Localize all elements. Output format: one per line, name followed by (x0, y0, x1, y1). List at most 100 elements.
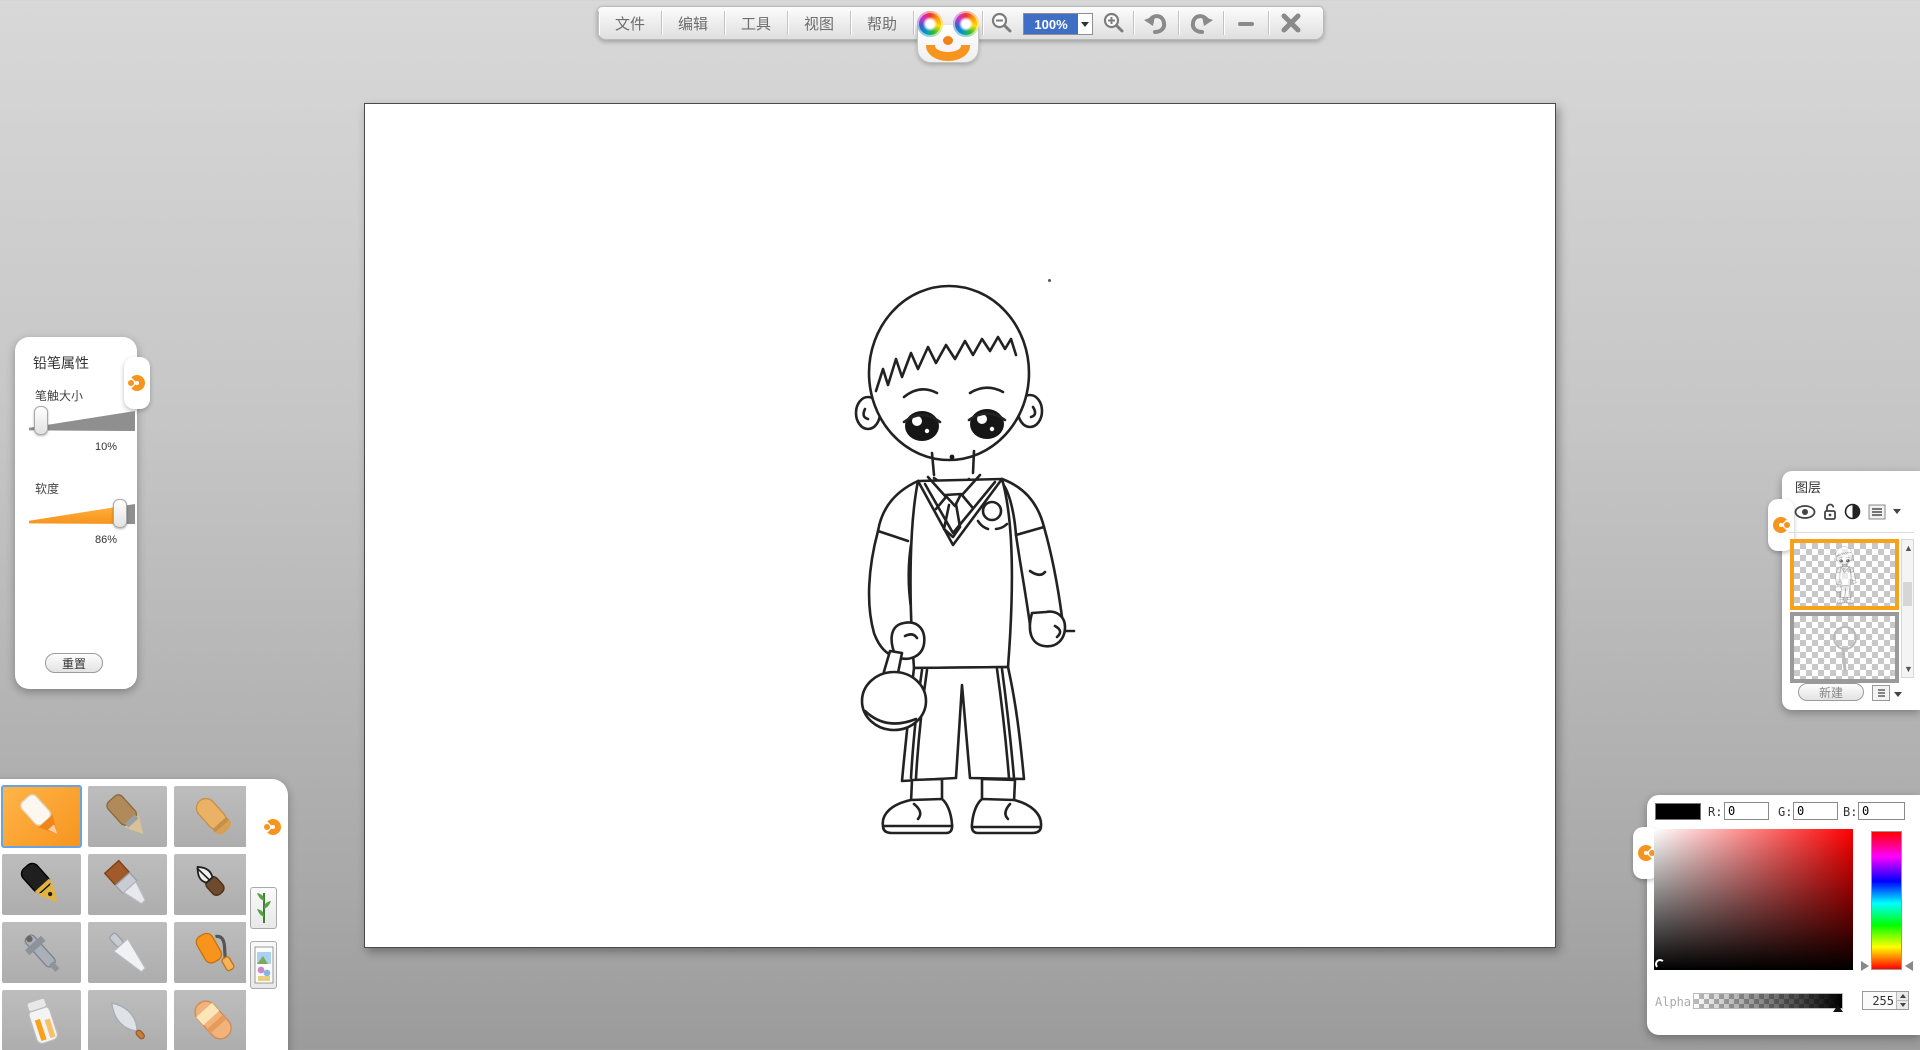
r-label: R: (1708, 805, 1722, 819)
scroll-up-icon[interactable]: ▲ (1904, 544, 1913, 553)
zoom-level-value: 100% (1024, 14, 1078, 34)
flat-brush-icon (101, 858, 155, 912)
layer-menu-icon[interactable] (1868, 504, 1886, 520)
clown-nose-icon (943, 36, 953, 45)
r-input[interactable] (1724, 802, 1769, 820)
zoom-out-button[interactable] (983, 7, 1021, 39)
layer-2-preview (1825, 620, 1865, 676)
alpha-increment-button[interactable] (1897, 992, 1908, 1000)
picture-stamp-icon (254, 946, 274, 984)
brush-size-slider[interactable] (29, 409, 135, 433)
alpha-slider[interactable] (1693, 993, 1843, 1009)
undo-button[interactable] (1134, 7, 1178, 39)
tool-palette-knife[interactable] (88, 922, 167, 983)
tool-flat-brush[interactable] (88, 854, 167, 915)
crayon-icon (187, 790, 241, 844)
scrollbar-thumb[interactable] (1903, 582, 1912, 606)
undo-icon (1143, 11, 1169, 35)
zoom-level-select[interactable]: 100% (1023, 13, 1093, 35)
palette-collapse-handle[interactable] (260, 801, 286, 853)
alpha-value: 255 (1863, 992, 1896, 1009)
panel-collapse-handle[interactable] (124, 357, 150, 409)
zoom-in-button[interactable] (1095, 7, 1133, 39)
hue-pointer-right[interactable] (1905, 961, 1913, 971)
tool-colored-pencil[interactable] (88, 786, 167, 847)
chevron-down-icon[interactable] (1893, 509, 1901, 514)
boy-sketch-drawing (834, 281, 1084, 841)
tool-ink-brush[interactable] (174, 854, 253, 915)
softness-label: 软度 (35, 480, 59, 497)
minimize-icon (1236, 13, 1256, 33)
close-button[interactable] (1269, 7, 1313, 39)
eye-icon[interactable] (1794, 504, 1816, 520)
unlock-icon[interactable] (1823, 503, 1837, 520)
brush-size-handle[interactable] (34, 406, 48, 435)
minimize-button[interactable] (1224, 7, 1268, 39)
softness-slider[interactable] (29, 502, 135, 526)
tool-pencil[interactable] (2, 786, 81, 847)
menu-help[interactable]: 帮助 (851, 7, 913, 39)
fountain-pen-icon (15, 858, 69, 912)
saturation-value-picker[interactable] (1654, 829, 1853, 970)
b-label: B: (1843, 805, 1857, 819)
alpha-marker[interactable] (1833, 1005, 1843, 1012)
layers-title: 图层 (1795, 477, 1821, 496)
tool-grid (2, 786, 253, 1050)
softness-handle[interactable] (113, 499, 127, 528)
palette-knife-icon (101, 926, 155, 980)
layer-2-thumbnail[interactable] (1790, 612, 1899, 683)
redo-button[interactable] (1179, 7, 1223, 39)
tool-paint-roller[interactable] (174, 922, 253, 983)
tool-airbrush[interactable] (2, 922, 81, 983)
menu-view[interactable]: 视图 (788, 7, 850, 39)
tool-carving-knife[interactable] (88, 990, 167, 1050)
eraser-icon (187, 994, 241, 1048)
layers-panel: 图层 ▲ ▼ 新建 (1782, 471, 1920, 710)
layer-options-button[interactable] (1872, 685, 1890, 701)
redo-icon (1188, 11, 1214, 35)
menu-edit[interactable]: 编辑 (662, 7, 724, 39)
hue-pointer-left[interactable] (1861, 961, 1869, 971)
reset-button[interactable]: 重置 (45, 653, 103, 673)
menu-file[interactable]: 文件 (599, 7, 661, 39)
alpha-decrement-button[interactable] (1897, 1000, 1908, 1009)
brush-size-label: 笔触大小 (35, 387, 83, 404)
alpha-spinner: 255 (1862, 991, 1909, 1010)
menu-lines-icon (1876, 688, 1887, 698)
plant-stamp-button[interactable] (250, 887, 277, 929)
b-input[interactable] (1858, 802, 1905, 820)
drawing-canvas[interactable] (364, 103, 1556, 948)
airbrush-icon (15, 926, 69, 980)
tool-paint-bottle[interactable] (2, 990, 81, 1050)
panel-title: 铅笔属性 (33, 353, 89, 373)
pencil-icon (15, 790, 69, 844)
zoom-dropdown-button[interactable] (1078, 14, 1092, 34)
grip-dot-icon (128, 380, 134, 386)
zoom-in-icon (1102, 11, 1126, 35)
zoom-out-icon (990, 11, 1014, 35)
menu-tools[interactable]: 工具 (725, 7, 787, 39)
tool-fountain-pen[interactable] (2, 854, 81, 915)
clown-smile-icon (926, 45, 970, 62)
current-color-swatch[interactable] (1655, 803, 1701, 820)
brush-size-value: 10% (95, 441, 117, 453)
tool-crayon[interactable] (174, 786, 253, 847)
scroll-down-icon[interactable]: ▼ (1904, 665, 1913, 674)
picture-stamp-button[interactable] (250, 941, 277, 989)
main-toolbar: 文件 编辑 工具 视图 帮助 100% (597, 6, 1324, 40)
layer-1-thumbnail[interactable] (1790, 539, 1899, 610)
g-input[interactable] (1793, 802, 1838, 820)
g-label: G: (1778, 805, 1792, 819)
blend-icon[interactable] (1844, 503, 1861, 520)
hue-slider[interactable] (1871, 831, 1902, 970)
clown-logo (914, 7, 982, 39)
layers-scrollbar[interactable]: ▲ ▼ (1901, 539, 1914, 678)
triangle-up-icon (1900, 994, 1906, 998)
clown-eye-icon (917, 11, 943, 37)
clown-eye-icon (953, 11, 979, 37)
carving-knife-icon (101, 994, 155, 1048)
chevron-down-icon[interactable] (1894, 692, 1902, 697)
new-layer-button[interactable]: 新建 (1798, 683, 1864, 701)
tool-eraser[interactable] (174, 990, 253, 1050)
color-picker-panel: R: G: B: Alpha 255 (1647, 795, 1920, 1035)
